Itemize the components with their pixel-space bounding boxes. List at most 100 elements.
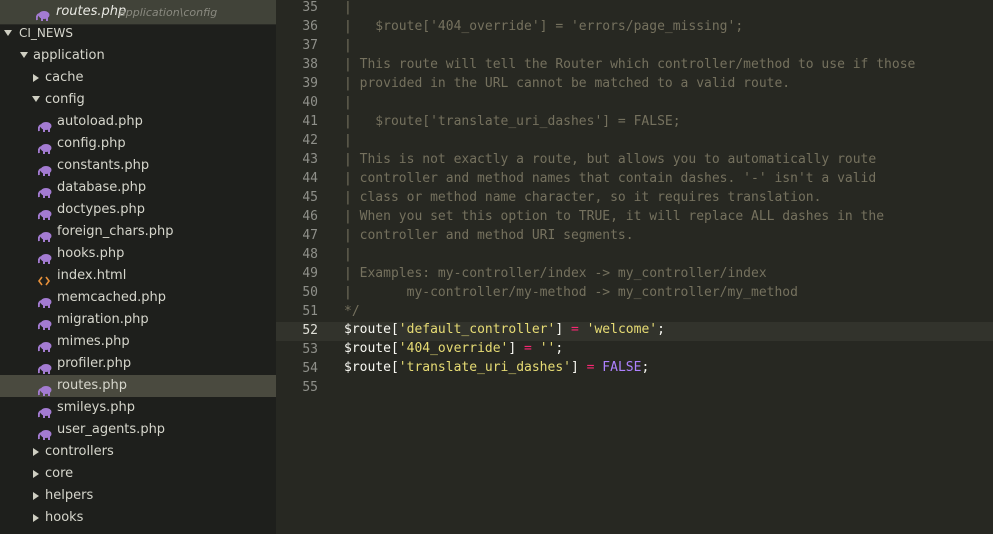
open-file-name: routes.php bbox=[56, 4, 127, 19]
comment-line: | bbox=[344, 38, 352, 53]
tree-item-label: hooks bbox=[45, 510, 84, 525]
file-routes-php[interactable]: routes.php bbox=[0, 375, 276, 397]
tree-item-label: config.php bbox=[57, 136, 126, 151]
file-migration-php[interactable]: migration.php bbox=[0, 309, 276, 331]
line-number: 37 bbox=[302, 38, 318, 53]
folder-application[interactable]: application bbox=[0, 45, 276, 67]
tree-item-label: autoload.php bbox=[57, 114, 143, 129]
comment-line: | bbox=[344, 133, 352, 148]
tree-item-label: core bbox=[45, 466, 74, 481]
file-autoload-php[interactable]: autoload.php bbox=[0, 111, 276, 133]
chevron-right-icon[interactable] bbox=[33, 448, 39, 456]
tree-item-label: memcached.php bbox=[57, 290, 166, 305]
file-smileys-php[interactable]: smileys.php bbox=[0, 397, 276, 419]
line-number: 38 bbox=[302, 57, 318, 72]
comment-line: | $route['404_override'] = 'errors/page_… bbox=[344, 19, 744, 34]
comment-line: | When you set this option to TRUE, it w… bbox=[344, 209, 885, 224]
tree-item-label: controllers bbox=[45, 444, 114, 459]
open-file-item[interactable]: routes.php application\config bbox=[0, 0, 276, 24]
line-number: 42 bbox=[302, 133, 318, 148]
elephant-icon bbox=[37, 205, 52, 220]
line-number: 54 bbox=[302, 361, 318, 376]
code-line-54: $route['translate_uri_dashes'] = FALSE; bbox=[344, 360, 650, 375]
elephant-icon bbox=[37, 359, 52, 374]
folder-hooks[interactable]: hooks bbox=[0, 507, 276, 529]
elephant-icon bbox=[37, 403, 52, 418]
line-number: 47 bbox=[302, 228, 318, 243]
comment-line: | class or method name character, so it … bbox=[344, 190, 822, 205]
line-number: 41 bbox=[302, 114, 318, 129]
folder-helpers[interactable]: helpers bbox=[0, 485, 276, 507]
comment-line: | Examples: my-controller/index -> my_co… bbox=[344, 266, 767, 281]
chevron-down-icon[interactable] bbox=[20, 52, 28, 58]
line-number: 46 bbox=[302, 209, 318, 224]
tree-item-label: application bbox=[33, 48, 105, 63]
tree-item-label: migration.php bbox=[57, 312, 149, 327]
file-config-php[interactable]: config.php bbox=[0, 133, 276, 155]
line-number: 55 bbox=[302, 380, 318, 395]
tree-item-label: routes.php bbox=[57, 378, 127, 393]
comment-line: | my-controller/my-method -> my_controll… bbox=[344, 285, 798, 300]
tree-item-label: doctypes.php bbox=[57, 202, 146, 217]
comment-line: | $route['translate_uri_dashes'] = FALSE… bbox=[344, 114, 681, 129]
chevron-down-icon[interactable] bbox=[32, 96, 40, 102]
folder-cache[interactable]: cache bbox=[0, 67, 276, 89]
file-constants-php[interactable]: constants.php bbox=[0, 155, 276, 177]
elephant-icon bbox=[37, 315, 52, 330]
tree-item-label: cache bbox=[45, 70, 84, 85]
file-hooks-php[interactable]: hooks.php bbox=[0, 243, 276, 265]
file-memcached-php[interactable]: memcached.php bbox=[0, 287, 276, 309]
folder-ci-news[interactable]: CI_NEWS bbox=[0, 23, 276, 45]
elephant-icon bbox=[37, 249, 52, 264]
tree-item-label: hooks.php bbox=[57, 246, 125, 261]
file-database-php[interactable]: database.php bbox=[0, 177, 276, 199]
code-editor[interactable]: 35 36 37 38 39 40 41 42 43 44 45 46 47 48 49 50 51 52 53 54… bbox=[276, 0, 993, 534]
chevron-right-icon[interactable] bbox=[33, 514, 39, 522]
chevron-down-icon[interactable] bbox=[4, 30, 12, 36]
elephant-icon bbox=[37, 183, 52, 198]
tree-item-label: foreign_chars.php bbox=[57, 224, 174, 239]
elephant-icon bbox=[37, 161, 52, 176]
line-number: 53 bbox=[302, 342, 318, 357]
folder-controllers[interactable]: controllers bbox=[0, 441, 276, 463]
tree-item-label: mimes.php bbox=[57, 334, 130, 349]
file-doctypes-php[interactable]: doctypes.php bbox=[0, 199, 276, 221]
line-number: 48 bbox=[302, 247, 318, 262]
folder-config[interactable]: config bbox=[0, 89, 276, 111]
elephant-icon bbox=[37, 139, 52, 154]
comment-line: | bbox=[344, 95, 352, 110]
tree-item-label: constants.php bbox=[57, 158, 150, 173]
code-brackets-icon bbox=[38, 271, 50, 286]
tree-item-label: profiler.php bbox=[57, 356, 132, 371]
code-line-52: $route['default_controller'] = 'welcome'… bbox=[344, 322, 665, 337]
elephant-icon bbox=[37, 381, 52, 396]
file-mimes-php[interactable]: mimes.php bbox=[0, 331, 276, 353]
tree-item-label: smileys.php bbox=[57, 400, 135, 415]
comment-line: | bbox=[344, 0, 352, 15]
elephant-icon bbox=[37, 117, 52, 132]
tree-item-label: user_agents.php bbox=[57, 422, 166, 437]
line-number: 44 bbox=[302, 171, 318, 186]
sidebar: routes.php application\config CI_NEWSapp… bbox=[0, 0, 276, 534]
elephant-icon bbox=[37, 293, 52, 308]
elephant-icon bbox=[37, 337, 52, 352]
code-line-53: $route['404_override'] = ''; bbox=[344, 341, 564, 356]
comment-line: | bbox=[344, 247, 352, 262]
line-number: 39 bbox=[302, 76, 318, 91]
chevron-right-icon[interactable] bbox=[33, 492, 39, 500]
elephant-icon bbox=[37, 227, 52, 242]
file-user-agents-php[interactable]: user_agents.php bbox=[0, 419, 276, 441]
chevron-right-icon[interactable] bbox=[33, 470, 39, 478]
tree-item-label: config bbox=[45, 92, 85, 107]
line-number: 35 bbox=[302, 0, 318, 15]
file-foreign-chars-php[interactable]: foreign_chars.php bbox=[0, 221, 276, 243]
file-profiler-php[interactable]: profiler.php bbox=[0, 353, 276, 375]
comment-line: | This is not exactly a route, but allow… bbox=[344, 152, 877, 167]
line-number: 49 bbox=[302, 266, 318, 281]
elephant-icon bbox=[37, 425, 52, 440]
folder-core[interactable]: core bbox=[0, 463, 276, 485]
line-number: 36 bbox=[302, 19, 318, 34]
chevron-right-icon[interactable] bbox=[33, 74, 39, 82]
file-index-html[interactable]: index.html bbox=[0, 265, 276, 287]
line-number: 45 bbox=[302, 190, 318, 205]
